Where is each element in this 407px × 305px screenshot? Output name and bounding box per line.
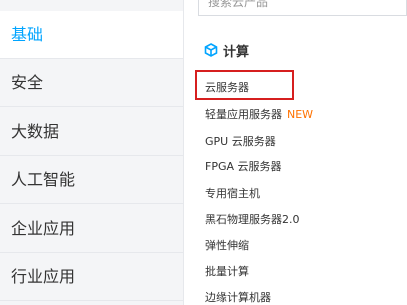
search-input[interactable]: 搜索云产品 [198, 0, 407, 16]
menu-item-label: 边缘计算机器 [205, 291, 271, 304]
sidebar-item-label: 大数据 [11, 122, 60, 141]
menu-item-auto-scaling[interactable]: 弹性伸缩 [205, 237, 249, 253]
sidebar-item-basic[interactable]: 基础 [0, 11, 183, 59]
panel-divider [183, 0, 184, 305]
menu-item-label: 黑石物理服务器2.0 [205, 213, 300, 226]
menu-item-label: 批量计算 [205, 265, 249, 278]
category-sidebar: 基础 安全 大数据 人工智能 企业应用 行业应用 [0, 0, 183, 305]
sidebar-item-label: 企业应用 [11, 219, 76, 238]
new-badge: NEW [287, 108, 314, 121]
highlight-box [195, 70, 294, 100]
menu-item-label: 弹性伸缩 [205, 239, 249, 252]
menu-item-label: FPGA 云服务器 [205, 160, 282, 173]
menu-item-edge-computing[interactable]: 边缘计算机器 [205, 289, 271, 305]
section-title: 计算 [223, 44, 250, 60]
menu-item-gpu[interactable]: GPU 云服务器 [205, 133, 276, 149]
search-placeholder: 搜索云产品 [208, 0, 269, 9]
menu-item-fpga[interactable]: FPGA 云服务器 [205, 158, 282, 174]
menu-item-dedicated-host[interactable]: 专用宿主机 [205, 185, 260, 201]
sidebar-item-label: 人工智能 [11, 170, 76, 189]
menu-item-label: 专用宿主机 [205, 187, 260, 200]
menu-item-batch-compute[interactable]: 批量计算 [205, 263, 249, 279]
sidebar-item-ai[interactable]: 人工智能 [0, 156, 183, 204]
sidebar-item-label: 安全 [11, 73, 44, 92]
menu-item-label: GPU 云服务器 [205, 135, 276, 148]
sidebar-item-big-data[interactable]: 大数据 [0, 108, 183, 156]
sidebar-item-label: 基础 [11, 25, 44, 44]
menu-item-bare-metal[interactable]: 黑石物理服务器2.0 [205, 211, 300, 227]
sidebar-item-industry-apps[interactable]: 行业应用 [0, 253, 183, 301]
section-header-compute: 计算 [204, 41, 250, 60]
sidebar-item-enterprise-apps[interactable]: 企业应用 [0, 205, 183, 253]
cube-icon [204, 43, 218, 57]
sidebar-item-security[interactable]: 安全 [0, 59, 183, 107]
sidebar-item-label: 行业应用 [11, 267, 76, 286]
menu-item-lighthouse[interactable]: 轻量应用服务器 NEW [205, 106, 313, 122]
menu-item-label: 轻量应用服务器 [205, 108, 282, 121]
